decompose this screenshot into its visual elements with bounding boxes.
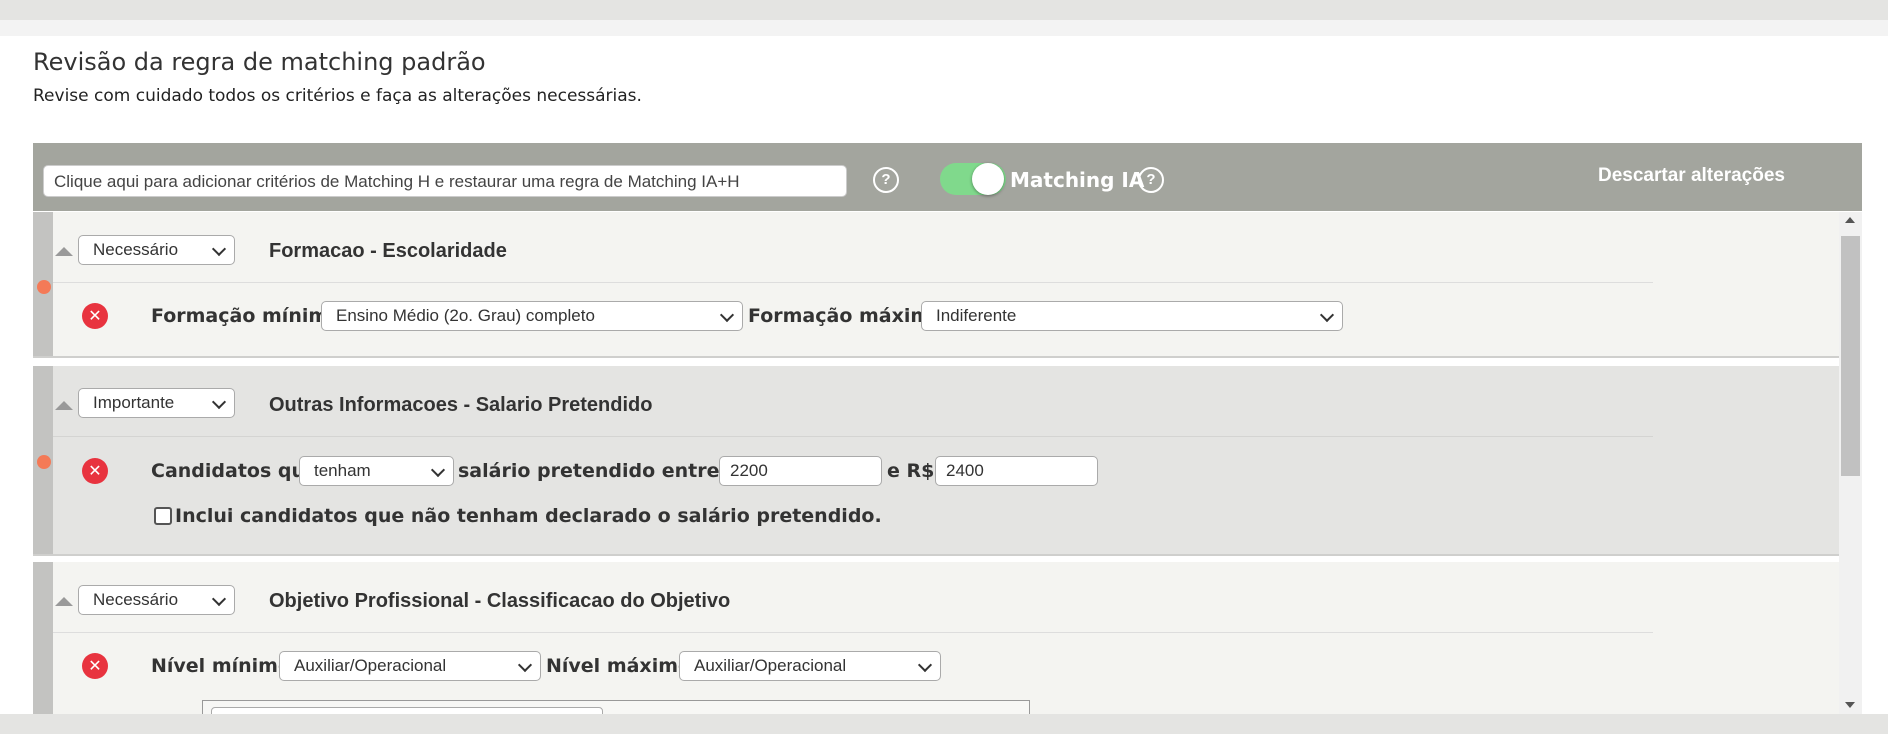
collapse-arrow-icon[interactable] <box>55 597 73 606</box>
section-title: Formacao - Escolaridade <box>269 240 507 262</box>
min-level-select[interactable]: Auxiliar/Operacional <box>279 651 541 681</box>
min-education-label: Formação mínima <box>151 305 341 327</box>
undeclared-salary-label: Inclui candidatos que não tenham declara… <box>175 505 882 527</box>
chevron-down-icon <box>719 307 735 323</box>
marker-dot <box>37 280 51 294</box>
criteria-section-salario: Importante Outras Informacoes - Salario … <box>33 366 1839 554</box>
salary-range-label: salário pretendido entre R$ <box>458 460 754 482</box>
discard-changes-button[interactable]: Descartar alterações <box>1598 165 1785 187</box>
page-subtitle: Revise com cuidado todos os critérios e … <box>33 86 642 106</box>
undeclared-salary-checkbox[interactable] <box>154 507 172 525</box>
collapse-arrow-icon[interactable] <box>55 401 73 410</box>
chevron-down-icon <box>430 462 446 478</box>
matching-ia-label: Matching IA <box>1010 168 1145 192</box>
priority-select[interactable]: Necessário <box>78 235 235 265</box>
remove-criteria-icon[interactable]: ✕ <box>82 458 108 484</box>
salary-to-input[interactable]: 2400 <box>935 456 1098 486</box>
toggle-knob <box>972 163 1004 195</box>
scroll-down-icon[interactable] <box>1845 702 1855 708</box>
matching-ia-toggle[interactable] <box>940 163 1006 195</box>
salary-and-label: e R$ <box>887 460 935 482</box>
chevron-down-icon <box>1319 307 1335 323</box>
chevron-down-icon <box>211 394 227 410</box>
max-education-label: Formação máxima <box>748 305 944 327</box>
remove-criteria-icon[interactable]: ✕ <box>82 303 108 329</box>
chevron-down-icon <box>517 657 533 673</box>
matching-ia-help-icon[interactable]: ? <box>1138 167 1164 193</box>
page-title: Revisão da regra de matching padrão <box>33 48 486 76</box>
max-level-select[interactable]: Auxiliar/Operacional <box>679 651 941 681</box>
section-title: Objetivo Profissional - Classificacao do… <box>269 590 731 612</box>
section-divider <box>33 356 1839 358</box>
criteria-list: Necessário Formacao - Escolaridade ✕ For… <box>33 212 1839 714</box>
collapse-arrow-icon[interactable] <box>55 247 73 256</box>
add-criteria-input[interactable]: Clique aqui para adicionar critérios de … <box>43 165 847 197</box>
salary-from-input[interactable]: 2200 <box>719 456 882 486</box>
remove-criteria-icon[interactable]: ✕ <box>82 653 108 679</box>
divider <box>53 632 1653 633</box>
option-input[interactable] <box>211 707 603 714</box>
option-list-box <box>202 700 1030 714</box>
min-level-label: Nível mínimo <box>151 655 292 677</box>
scroll-thumb[interactable] <box>1841 236 1860 476</box>
condition-select[interactable]: tenham <box>299 456 454 486</box>
top-bar <box>0 0 1888 20</box>
section-title: Outras Informacoes - Salario Pretendido <box>269 394 653 416</box>
candidates-label: Candidatos que <box>151 460 318 482</box>
criteria-toolbar: Clique aqui para adicionar critérios de … <box>33 143 1862 211</box>
max-level-label: Nível máximo <box>546 655 692 677</box>
scrollbar[interactable] <box>1839 212 1862 714</box>
min-education-select[interactable]: Ensino Médio (2o. Grau) completo <box>321 301 743 331</box>
scroll-up-icon[interactable] <box>1845 217 1855 223</box>
help-icon[interactable]: ? <box>873 167 899 193</box>
chevron-down-icon <box>917 657 933 673</box>
top-bar-inner <box>0 20 1888 36</box>
marker-dot <box>37 455 51 469</box>
chevron-down-icon <box>211 591 227 607</box>
criteria-section-objetivo: Necessário Objetivo Profissional - Class… <box>33 562 1839 714</box>
priority-select[interactable]: Importante <box>78 388 235 418</box>
priority-select[interactable]: Necessário <box>78 585 235 615</box>
chevron-down-icon <box>211 241 227 257</box>
divider <box>53 282 1653 283</box>
section-divider <box>33 554 1839 556</box>
max-education-select[interactable]: Indiferente <box>921 301 1343 331</box>
divider <box>53 436 1653 437</box>
criteria-section-escolaridade: Necessário Formacao - Escolaridade ✕ For… <box>33 212 1839 356</box>
bottom-bar <box>0 714 1888 734</box>
